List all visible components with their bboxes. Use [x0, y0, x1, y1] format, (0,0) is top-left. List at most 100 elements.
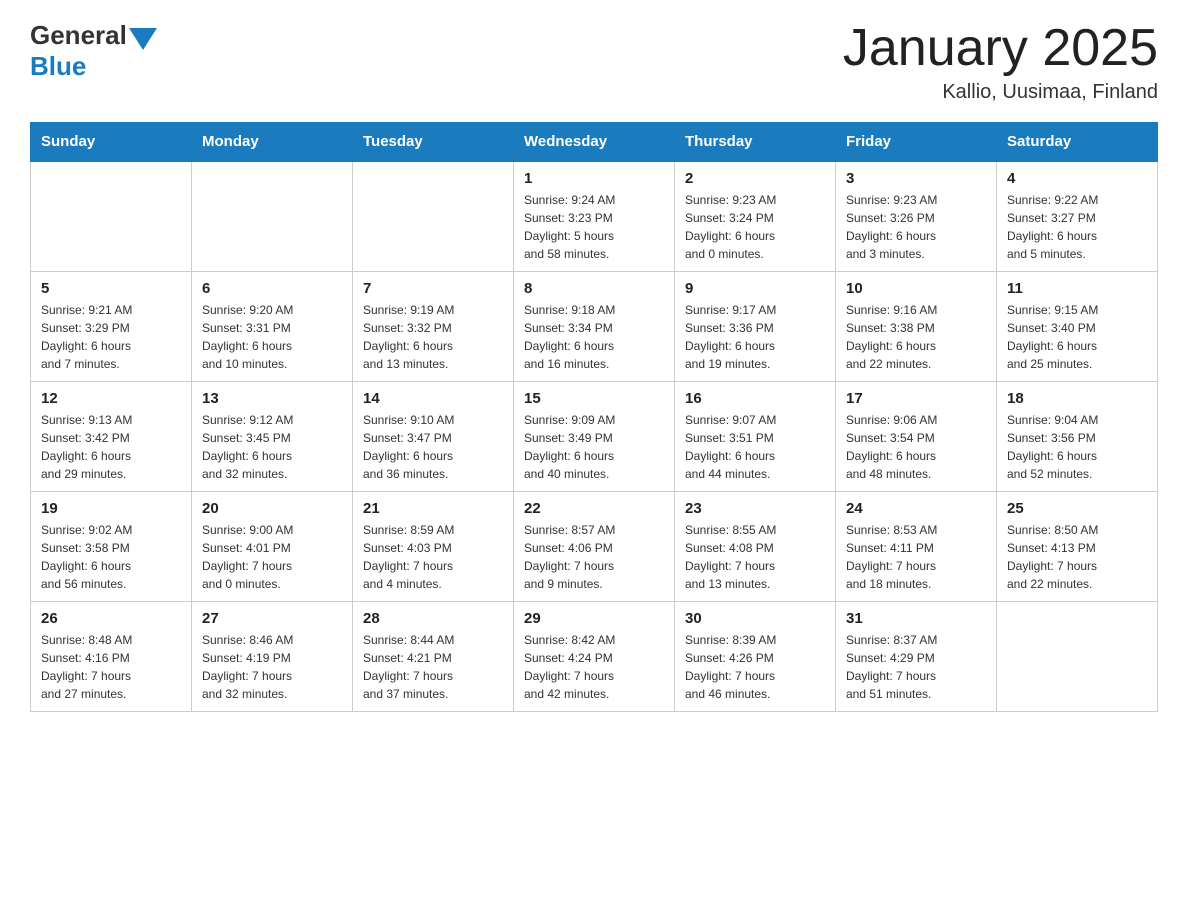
day-info: Sunrise: 8:46 AMSunset: 4:19 PMDaylight:…: [202, 631, 342, 703]
calendar-header-row: SundayMondayTuesdayWednesdayThursdayFrid…: [31, 123, 1158, 162]
day-info: Sunrise: 9:00 AMSunset: 4:01 PMDaylight:…: [202, 521, 342, 593]
calendar-cell: 13 Sunrise: 9:12 AMSunset: 3:45 PMDayligh…: [192, 382, 353, 492]
day-number: 4: [1007, 170, 1147, 187]
day-info: Sunrise: 9:23 AMSunset: 3:24 PMDaylight:…: [685, 191, 825, 263]
calendar-cell: 5Sunrise: 9:21 AMSunset: 3:29 PMDaylight…: [31, 272, 192, 382]
calendar-cell: 21 Sunrise: 8:59 AMSunset: 4:03 PMDayligh…: [353, 492, 514, 602]
day-info: Sunrise: 9:04 AMSunset: 3:56 PMDaylight:…: [1007, 411, 1147, 483]
day-info: Sunrise: 8:39 AMSunset: 4:26 PMDaylight:…: [685, 631, 825, 703]
calendar-cell: 26Sunrise: 8:48 AMSunset: 4:16 PMDayligh…: [31, 602, 192, 712]
calendar-cell: 6 Sunrise: 9:20 AMSunset: 3:31 PMDaylight…: [192, 272, 353, 382]
day-info: Sunrise: 9:15 AMSunset: 3:40 PMDaylight:…: [1007, 301, 1147, 373]
calendar-cell: 4 Sunrise: 9:22 AMSunset: 3:27 PMDaylight…: [997, 161, 1158, 272]
calendar-cell: 31 Sunrise: 8:37 AMSunset: 4:29 PMDayligh…: [836, 602, 997, 712]
day-number: 11: [1007, 280, 1147, 297]
day-info: Sunrise: 9:24 AMSunset: 3:23 PMDaylight:…: [524, 191, 664, 263]
calendar-cell: [31, 161, 192, 272]
day-number: 8: [524, 280, 664, 297]
day-info: Sunrise: 9:23 AMSunset: 3:26 PMDaylight:…: [846, 191, 986, 263]
day-number: 27: [202, 610, 342, 627]
calendar-cell: 19 Sunrise: 9:02 AMSunset: 3:58 PMDayligh…: [31, 492, 192, 602]
day-info: Sunrise: 9:16 AMSunset: 3:38 PMDaylight:…: [846, 301, 986, 373]
calendar-cell: 15Sunrise: 9:09 AMSunset: 3:49 PMDayligh…: [514, 382, 675, 492]
day-number: 18: [1007, 390, 1147, 407]
logo-blue-text: Blue: [30, 51, 86, 82]
calendar-cell: 10Sunrise: 9:16 AMSunset: 3:38 PMDayligh…: [836, 272, 997, 382]
calendar-header-saturday: Saturday: [997, 123, 1158, 162]
day-number: 13: [202, 390, 342, 407]
calendar-cell: 17 Sunrise: 9:06 AMSunset: 3:54 PMDayligh…: [836, 382, 997, 492]
calendar-header-sunday: Sunday: [31, 123, 192, 162]
day-number: 2: [685, 170, 825, 187]
day-number: 17: [846, 390, 986, 407]
title-block: January 2025 Kallio, Uusimaa, Finland: [843, 20, 1158, 104]
day-number: 16: [685, 390, 825, 407]
day-number: 31: [846, 610, 986, 627]
day-number: 21: [363, 500, 503, 517]
day-number: 23: [685, 500, 825, 517]
calendar-week-5: 26Sunrise: 8:48 AMSunset: 4:16 PMDayligh…: [31, 602, 1158, 712]
calendar-cell: 25 Sunrise: 8:50 AMSunset: 4:13 PMDayligh…: [997, 492, 1158, 602]
calendar-cell: 11 Sunrise: 9:15 AMSunset: 3:40 PMDayligh…: [997, 272, 1158, 382]
day-number: 25: [1007, 500, 1147, 517]
day-info: Sunrise: 8:37 AMSunset: 4:29 PMDaylight:…: [846, 631, 986, 703]
day-number: 6: [202, 280, 342, 297]
day-info: Sunrise: 8:53 AMSunset: 4:11 PMDaylight:…: [846, 521, 986, 593]
calendar-cell: 12 Sunrise: 9:13 AMSunset: 3:42 PMDayligh…: [31, 382, 192, 492]
day-info: Sunrise: 9:17 AMSunset: 3:36 PMDaylight:…: [685, 301, 825, 373]
logo: General Blue: [30, 20, 157, 82]
day-number: 9: [685, 280, 825, 297]
day-info: Sunrise: 9:18 AMSunset: 3:34 PMDaylight:…: [524, 301, 664, 373]
calendar-week-1: 1 Sunrise: 9:24 AMSunset: 3:23 PMDaylight…: [31, 161, 1158, 272]
day-info: Sunrise: 9:13 AMSunset: 3:42 PMDaylight:…: [41, 411, 181, 483]
day-number: 3: [846, 170, 986, 187]
calendar-header-wednesday: Wednesday: [514, 123, 675, 162]
calendar-header-thursday: Thursday: [675, 123, 836, 162]
page-header: General Blue January 2025 Kallio, Uusima…: [30, 20, 1158, 104]
calendar-cell: [353, 161, 514, 272]
day-info: Sunrise: 8:55 AMSunset: 4:08 PMDaylight:…: [685, 521, 825, 593]
month-title: January 2025: [843, 20, 1158, 77]
calendar-cell: 1 Sunrise: 9:24 AMSunset: 3:23 PMDaylight…: [514, 161, 675, 272]
day-info: Sunrise: 8:59 AMSunset: 4:03 PMDaylight:…: [363, 521, 503, 593]
day-info: Sunrise: 8:50 AMSunset: 4:13 PMDaylight:…: [1007, 521, 1147, 593]
day-number: 19: [41, 500, 181, 517]
logo-triangle-icon: [129, 28, 157, 50]
day-info: Sunrise: 8:44 AMSunset: 4:21 PMDaylight:…: [363, 631, 503, 703]
day-info: Sunrise: 9:12 AMSunset: 3:45 PMDaylight:…: [202, 411, 342, 483]
day-number: 28: [363, 610, 503, 627]
day-number: 24: [846, 500, 986, 517]
calendar-header-monday: Monday: [192, 123, 353, 162]
day-number: 7: [363, 280, 503, 297]
day-info: Sunrise: 8:57 AMSunset: 4:06 PMDaylight:…: [524, 521, 664, 593]
calendar-header-friday: Friday: [836, 123, 997, 162]
day-info: Sunrise: 9:02 AMSunset: 3:58 PMDaylight:…: [41, 521, 181, 593]
calendar-week-2: 5Sunrise: 9:21 AMSunset: 3:29 PMDaylight…: [31, 272, 1158, 382]
calendar-cell: 28 Sunrise: 8:44 AMSunset: 4:21 PMDayligh…: [353, 602, 514, 712]
calendar-cell: 2 Sunrise: 9:23 AMSunset: 3:24 PMDaylight…: [675, 161, 836, 272]
location-title: Kallio, Uusimaa, Finland: [843, 81, 1158, 104]
day-info: Sunrise: 9:10 AMSunset: 3:47 PMDaylight:…: [363, 411, 503, 483]
day-info: Sunrise: 9:20 AMSunset: 3:31 PMDaylight:…: [202, 301, 342, 373]
day-number: 14: [363, 390, 503, 407]
calendar-cell: 29Sunrise: 8:42 AMSunset: 4:24 PMDayligh…: [514, 602, 675, 712]
day-number: 1: [524, 170, 664, 187]
calendar-cell: 24 Sunrise: 8:53 AMSunset: 4:11 PMDayligh…: [836, 492, 997, 602]
calendar-cell: 16Sunrise: 9:07 AMSunset: 3:51 PMDayligh…: [675, 382, 836, 492]
calendar-cell: 22 Sunrise: 8:57 AMSunset: 4:06 PMDayligh…: [514, 492, 675, 602]
day-info: Sunrise: 9:09 AMSunset: 3:49 PMDaylight:…: [524, 411, 664, 483]
calendar-cell: 14 Sunrise: 9:10 AMSunset: 3:47 PMDayligh…: [353, 382, 514, 492]
day-number: 12: [41, 390, 181, 407]
day-info: Sunrise: 9:22 AMSunset: 3:27 PMDaylight:…: [1007, 191, 1147, 263]
day-number: 30: [685, 610, 825, 627]
calendar-cell: 9 Sunrise: 9:17 AMSunset: 3:36 PMDaylight…: [675, 272, 836, 382]
day-info: Sunrise: 9:19 AMSunset: 3:32 PMDaylight:…: [363, 301, 503, 373]
day-info: Sunrise: 9:06 AMSunset: 3:54 PMDaylight:…: [846, 411, 986, 483]
calendar-cell: 23 Sunrise: 8:55 AMSunset: 4:08 PMDayligh…: [675, 492, 836, 602]
calendar-cell: 7 Sunrise: 9:19 AMSunset: 3:32 PMDaylight…: [353, 272, 514, 382]
calendar-header-tuesday: Tuesday: [353, 123, 514, 162]
logo-general-text: General: [30, 20, 127, 51]
calendar-cell: 3 Sunrise: 9:23 AMSunset: 3:26 PMDaylight…: [836, 161, 997, 272]
day-number: 22: [524, 500, 664, 517]
day-number: 29: [524, 610, 664, 627]
